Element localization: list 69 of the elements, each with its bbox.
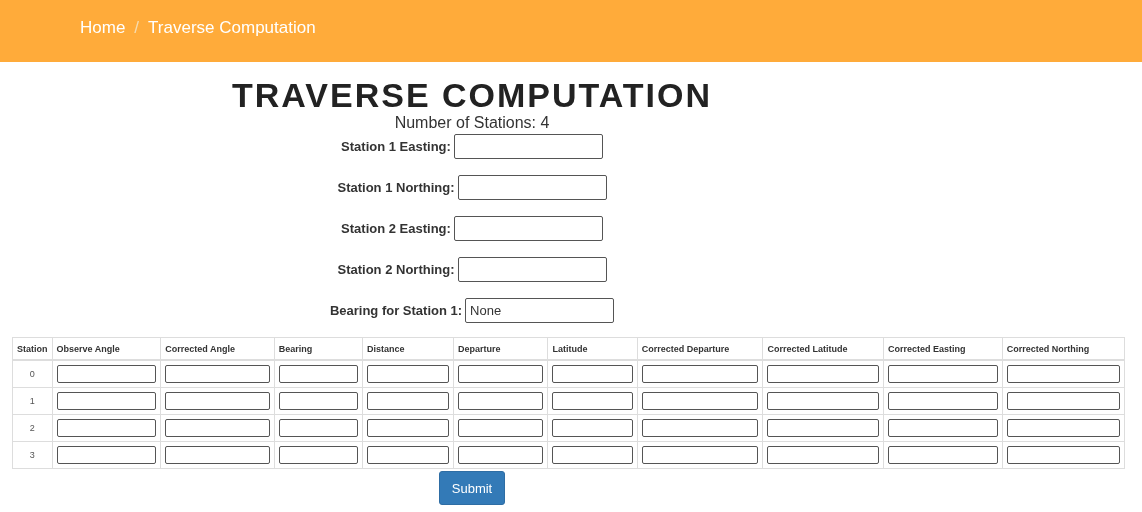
input-field[interactable] bbox=[552, 446, 633, 464]
station-number: 1 bbox=[12, 387, 52, 415]
field-label: Station 1 Easting: bbox=[341, 139, 451, 154]
input-field[interactable] bbox=[641, 419, 759, 437]
input-field[interactable] bbox=[453, 216, 603, 241]
column-header: Corrected Northing bbox=[1002, 337, 1125, 360]
breadcrumb-separator: / bbox=[134, 18, 140, 38]
input-field[interactable] bbox=[1006, 365, 1120, 383]
input-field[interactable] bbox=[767, 446, 879, 464]
input-field[interactable] bbox=[1006, 392, 1120, 410]
field-label: Station 2 Northing: bbox=[337, 262, 455, 277]
input-field[interactable] bbox=[165, 446, 270, 464]
field-label: Station 2 Easting: bbox=[341, 221, 451, 236]
input-field[interactable] bbox=[641, 365, 759, 383]
input-field[interactable] bbox=[366, 365, 449, 383]
input-field[interactable] bbox=[887, 446, 998, 464]
column-header: Distance bbox=[362, 337, 454, 360]
column-header: Observe Angle bbox=[52, 337, 161, 360]
input-field[interactable] bbox=[165, 419, 270, 437]
input-field[interactable] bbox=[641, 446, 759, 464]
column-header: Latitude bbox=[547, 337, 638, 360]
input-field[interactable] bbox=[457, 257, 607, 282]
input-field[interactable] bbox=[767, 392, 879, 410]
input-field[interactable] bbox=[552, 419, 633, 437]
input-field[interactable] bbox=[887, 365, 998, 383]
input-field[interactable] bbox=[457, 365, 544, 383]
column-header: Corrected Easting bbox=[883, 337, 1003, 360]
column-header: Corrected Latitude bbox=[762, 337, 884, 360]
input-field[interactable] bbox=[366, 392, 449, 410]
column-header: Station bbox=[12, 337, 52, 360]
station-number: 3 bbox=[12, 441, 52, 469]
input-field[interactable] bbox=[56, 365, 157, 383]
field-label: Bearing for Station 1: bbox=[329, 303, 463, 318]
input-field[interactable] bbox=[457, 392, 544, 410]
input-field[interactable] bbox=[767, 365, 879, 383]
input-field[interactable] bbox=[641, 392, 759, 410]
input-field[interactable]: None bbox=[465, 298, 615, 323]
input-field[interactable] bbox=[1006, 446, 1120, 464]
input-field[interactable] bbox=[278, 392, 358, 410]
column-header: Corrected Departure bbox=[637, 337, 763, 360]
input-field[interactable] bbox=[457, 446, 544, 464]
input-field[interactable] bbox=[56, 419, 157, 437]
station-number: 2 bbox=[12, 414, 52, 442]
input-field[interactable] bbox=[278, 419, 358, 437]
column-header: Corrected Angle bbox=[160, 337, 275, 360]
input-field[interactable] bbox=[887, 392, 998, 410]
input-field[interactable] bbox=[1006, 419, 1120, 437]
input-field[interactable] bbox=[278, 446, 358, 464]
station-number: 0 bbox=[12, 360, 52, 388]
input-field[interactable] bbox=[887, 419, 998, 437]
column-header: Bearing bbox=[274, 337, 363, 360]
input-field[interactable] bbox=[457, 175, 607, 200]
field-label: Station 1 Northing: bbox=[337, 180, 455, 195]
station-count: Number of Stations: 4 bbox=[394, 114, 550, 132]
input-field[interactable] bbox=[56, 446, 157, 464]
input-field[interactable] bbox=[453, 134, 603, 159]
input-field[interactable] bbox=[366, 419, 449, 437]
input-field[interactable] bbox=[552, 392, 633, 410]
column-header: Departure bbox=[453, 337, 548, 360]
page-title: TRAVERSE COMPUTATION bbox=[231, 76, 713, 114]
input-field[interactable] bbox=[552, 365, 633, 383]
submit-button[interactable]: Submit bbox=[438, 471, 506, 505]
input-field[interactable] bbox=[457, 419, 544, 437]
input-field[interactable] bbox=[278, 365, 358, 383]
input-field[interactable] bbox=[366, 446, 449, 464]
input-field[interactable] bbox=[56, 392, 157, 410]
input-field[interactable] bbox=[767, 419, 879, 437]
input-field[interactable] bbox=[165, 392, 270, 410]
input-field[interactable] bbox=[165, 365, 270, 383]
